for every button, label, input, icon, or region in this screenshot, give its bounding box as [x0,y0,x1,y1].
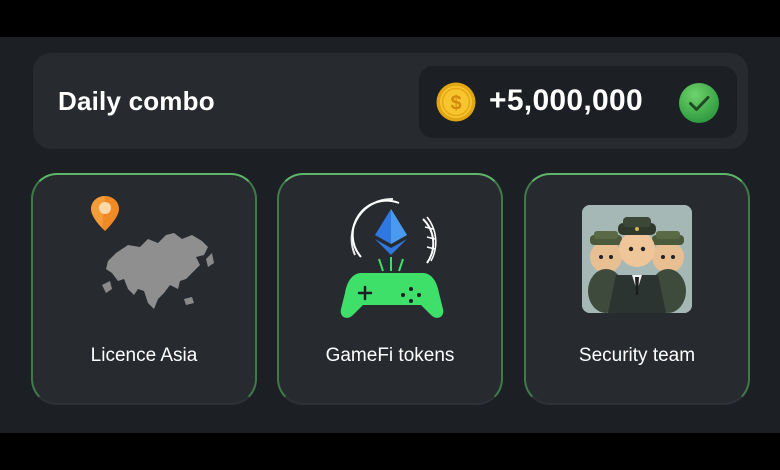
daily-combo-title: Daily combo [58,86,215,116]
asia-map-pin-icon [91,196,214,309]
combo-card-gamefi-tokens[interactable]: GameFi tokens [277,173,503,405]
card-label: GameFi tokens [325,345,455,366]
daily-combo-screen: Daily combo $ +5,000,000 Licence Asia Ga… [0,37,780,433]
coin-icon: $ [436,82,476,122]
card-label: Licence Asia [90,345,198,366]
gamepad-icon [340,273,444,318]
location-pin-icon [91,196,119,231]
svg-text:$: $ [450,93,461,115]
card-label: Security team [578,345,696,366]
ethereum-icon [375,209,407,255]
reward-amount: +5,000,000 [489,84,643,117]
combo-card-licence-asia[interactable]: Licence Asia [31,173,257,405]
reward-pill: $ +5,000,000 [419,66,737,138]
daily-combo-header: Daily combo $ +5,000,000 [33,53,748,149]
combo-card-security-team[interactable]: Security team [524,173,750,405]
ethereum-gamepad-icon [340,197,444,318]
security-hamsters-icon [582,205,692,313]
checkmark-icon [679,83,719,123]
